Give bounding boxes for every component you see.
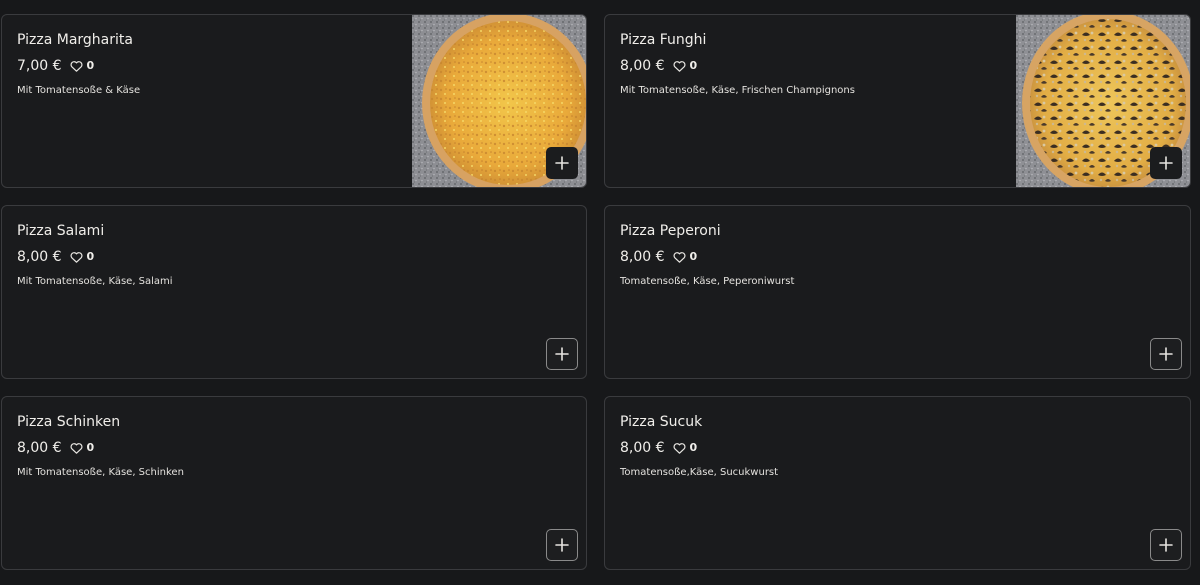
menu-item-title: Pizza Margharita (17, 32, 133, 48)
menu-item-description: Tomatensoße,Käse, Sucukwurst (620, 467, 779, 478)
menu-item-card[interactable]: Pizza Funghi 8,00 € 0 Mit Tomatensoße, K… (604, 14, 1191, 188)
add-to-cart-button[interactable] (1150, 529, 1182, 561)
menu-item-card[interactable]: Pizza Salami 8,00 € 0 Mit Tomatensoße, K… (1, 205, 587, 379)
menu-item-title: Pizza Schinken (17, 414, 121, 430)
price-row: 8,00 € 0 (17, 439, 184, 457)
add-to-cart-button[interactable] (546, 147, 578, 179)
menu-item-price: 8,00 € (17, 249, 62, 265)
menu-item-info: Pizza Sucuk 8,00 € 0 Tomatensoße,Käse, S… (620, 413, 778, 480)
plus-icon (555, 156, 569, 170)
menu-item-description: Mit Tomatensoße, Käse, Schinken (17, 467, 184, 478)
plus-icon (1159, 538, 1173, 552)
price-row: 8,00 € 0 (620, 248, 794, 266)
like-count: 0 (86, 441, 95, 454)
menu-item-title: Pizza Salami (17, 223, 105, 239)
price-row: 7,00 € 0 (17, 57, 140, 75)
menu-item-price: 8,00 € (620, 58, 665, 74)
add-to-cart-button[interactable] (546, 529, 578, 561)
menu-item-description: Tomatensoße, Käse, Peperoniwurst (620, 276, 795, 287)
menu-item-info: Pizza Peperoni 8,00 € 0 Tomatensoße, Käs… (620, 222, 794, 289)
menu-item-card[interactable]: Pizza Peperoni 8,00 € 0 Tomatensoße, Käs… (604, 205, 1191, 379)
menu-item-card[interactable]: Pizza Sucuk 8,00 € 0 Tomatensoße,Käse, S… (604, 396, 1191, 570)
price-row: 8,00 € 0 (620, 439, 778, 457)
menu-grid: Pizza Margharita 7,00 € 0 Mit Tomatensoß… (0, 0, 1200, 585)
menu-item-price: 8,00 € (620, 249, 665, 265)
menu-item-info: Pizza Salami 8,00 € 0 Mit Tomatensoße, K… (17, 222, 173, 289)
like-count: 0 (86, 250, 95, 263)
like-count: 0 (689, 250, 698, 263)
menu-item-title: Pizza Peperoni (620, 223, 721, 239)
heart-icon[interactable] (70, 60, 83, 72)
heart-icon[interactable] (673, 251, 686, 263)
plus-icon (1159, 156, 1173, 170)
menu-item-title: Pizza Sucuk (620, 414, 703, 430)
add-to-cart-button[interactable] (546, 338, 578, 370)
like-count: 0 (689, 59, 698, 72)
price-row: 8,00 € 0 (620, 57, 855, 75)
plus-icon (1159, 347, 1173, 361)
menu-item-title: Pizza Funghi (620, 32, 707, 48)
menu-item-description: Mit Tomatensoße, Käse, Frischen Champign… (620, 85, 855, 96)
plus-icon (555, 347, 569, 361)
add-to-cart-button[interactable] (1150, 147, 1182, 179)
price-row: 8,00 € 0 (17, 248, 173, 266)
plus-icon (555, 538, 569, 552)
heart-icon[interactable] (673, 60, 686, 72)
heart-icon[interactable] (70, 442, 83, 454)
add-to-cart-button[interactable] (1150, 338, 1182, 370)
menu-item-description: Mit Tomatensoße & Käse (17, 85, 141, 96)
menu-item-price: 8,00 € (17, 440, 62, 456)
heart-icon[interactable] (70, 251, 83, 263)
menu-item-info: Pizza Margharita 7,00 € 0 Mit Tomatensoß… (17, 31, 140, 98)
menu-item-description: Mit Tomatensoße, Käse, Salami (17, 276, 173, 287)
menu-item-price: 8,00 € (620, 440, 665, 456)
menu-item-card[interactable]: Pizza Schinken 8,00 € 0 Mit Tomatensoße,… (1, 396, 587, 570)
menu-item-info: Pizza Funghi 8,00 € 0 Mit Tomatensoße, K… (620, 31, 855, 98)
like-count: 0 (86, 59, 95, 72)
menu-item-info: Pizza Schinken 8,00 € 0 Mit Tomatensoße,… (17, 413, 184, 480)
menu-item-card[interactable]: Pizza Margharita 7,00 € 0 Mit Tomatensoß… (1, 14, 587, 188)
heart-icon[interactable] (673, 442, 686, 454)
like-count: 0 (689, 441, 698, 454)
menu-item-price: 7,00 € (17, 58, 62, 74)
